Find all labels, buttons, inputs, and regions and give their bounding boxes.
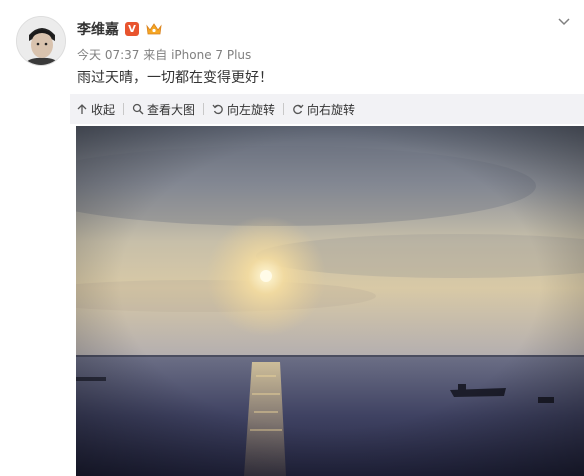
collapse-label: 收起 [91, 102, 116, 117]
author-row: 李维嘉 V [77, 19, 163, 39]
post-meta: 今天 07:37 来自 iPhone 7 Plus [77, 46, 251, 63]
post-text: 雨过天晴，一切都在变得更好！ [77, 70, 273, 86]
search-icon [132, 103, 144, 115]
rotate-left-button[interactable]: 向左旋转 [212, 101, 275, 118]
collapse-icon [77, 104, 87, 114]
view-large-image-button[interactable]: 查看大图 [132, 101, 195, 118]
rotate-right-label: 向右旋转 [307, 102, 356, 117]
avatar[interactable] [16, 16, 66, 66]
rotate-left-label: 向左旋转 [227, 102, 276, 117]
rotate-left-icon [212, 104, 223, 115]
rotate-right-icon [293, 104, 304, 115]
avatar-image [17, 17, 65, 65]
sea-sunset-image [76, 126, 584, 476]
rotate-right-button[interactable]: 向右旋转 [292, 101, 355, 118]
toolbar-divider [203, 103, 205, 115]
member-crown-icon [146, 23, 162, 35]
view-large-image-label: 查看大图 [147, 102, 196, 117]
toolbar-divider [283, 103, 285, 115]
username[interactable]: 李维嘉 [77, 19, 119, 39]
image-toolbar: 收起 查看大图 向左旋转 向右旋转 [70, 94, 584, 124]
collapse-button[interactable]: 收起 [76, 101, 115, 118]
source-prefix: 来自 [143, 48, 168, 62]
post-time[interactable]: 今天 07:37 [77, 48, 139, 62]
toolbar-divider [123, 103, 125, 115]
chevron-down-icon[interactable] [556, 14, 572, 30]
post-photo[interactable] [76, 126, 584, 476]
verified-badge-icon: V [125, 22, 139, 36]
post-source[interactable]: iPhone 7 Plus [171, 48, 251, 62]
